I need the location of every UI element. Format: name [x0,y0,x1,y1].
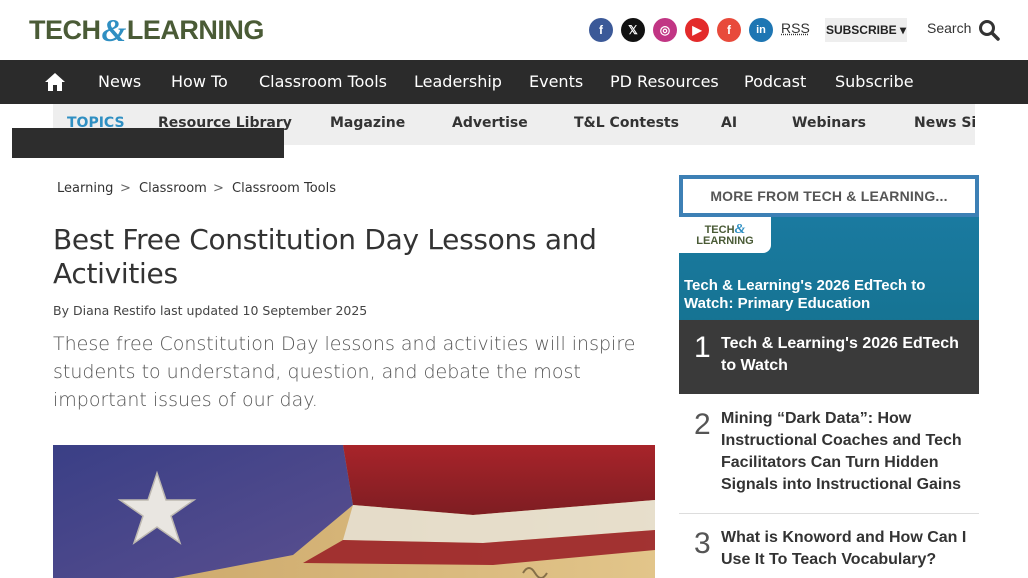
topic-tl-contests[interactable]: T&L Contests [574,104,679,145]
flipboard-icon[interactable]: f [717,18,741,42]
more-from-heading-box: MORE FROM TECH & LEARNING... [679,175,979,217]
story-link[interactable]: What is Knoword and How Can I Use It To … [721,527,973,571]
nav-leadership[interactable]: Leadership [414,60,502,104]
logo-text-learning: LEARNING [126,14,265,45]
nav-pd-resources[interactable]: PD Resources [610,60,719,104]
linkedin-icon[interactable]: in [749,18,773,42]
breadcrumb-separator: > [120,181,131,196]
nav-classroom-tools[interactable]: Classroom Tools [259,60,387,104]
hero-image-flag [53,445,655,578]
logo-ampersand: & [101,11,127,48]
x-twitter-icon[interactable]: 𝕏 [621,18,645,42]
updated-date: last updated 10 September 2025 [160,303,368,318]
search-label[interactable]: Search [927,20,971,36]
nav-news[interactable]: News [98,60,141,104]
breadcrumb-learning[interactable]: Learning [57,181,113,196]
article-title: Best Free Constitution Day Lessons and A… [53,223,597,290]
story-rank: 3 [694,527,711,560]
breadcrumb-classroom-tools[interactable]: Classroom Tools [232,181,336,196]
byline-prefix: By [53,303,69,318]
nav-how-to[interactable]: How To [171,60,228,104]
topic-news-signup[interactable]: News Sign [914,104,975,145]
site-header: TECH & LEARNING f 𝕏 ◎ ▶ f in RSS SUBSCRI… [0,0,1028,60]
story-link[interactable]: Tech & Learning's 2026 EdTech to Watch [721,333,971,377]
nav-subscribe[interactable]: Subscribe [835,60,914,104]
home-icon[interactable] [44,71,66,93]
topic-webinars[interactable]: Webinars [792,104,866,145]
topic-advertise[interactable]: Advertise [452,104,528,145]
instagram-icon[interactable]: ◎ [653,18,677,42]
more-from-heading: MORE FROM TECH & LEARNING... [710,188,948,204]
youtube-icon[interactable]: ▶ [685,18,709,42]
feature-logo: TECH& LEARNING [679,217,771,253]
article-byline: By Diana Restifo last updated 10 Septemb… [53,303,367,318]
logo-text-tech: TECH [29,14,101,45]
subscribe-dropdown[interactable]: SUBSCRIBE ▾ [825,18,907,42]
nav-podcast[interactable]: Podcast [744,60,806,104]
rss-link[interactable]: RSS [781,20,810,36]
story-highlight [12,128,284,158]
social-links: f 𝕏 ◎ ▶ f in [589,18,773,42]
facebook-icon[interactable]: f [589,18,613,42]
feature-headline: Tech & Learning's 2026 EdTech to Watch: … [684,277,926,312]
breadcrumb-separator: > [213,181,224,196]
feature-logo-bottom: LEARNING [696,234,754,247]
nav-events[interactable]: Events [529,60,583,104]
search-icon[interactable] [978,19,1000,41]
topic-ai[interactable]: AI [721,104,737,145]
story-rank: 1 [694,331,711,364]
breadcrumb-classroom[interactable]: Classroom [139,181,207,196]
story-divider [679,513,979,514]
main-navigation: News How To Classroom Tools Leadership E… [0,60,1028,104]
site-logo[interactable]: TECH & LEARNING [29,11,265,48]
story-link[interactable]: Mining “Dark Data”: How Instructional Co… [721,408,973,496]
article-standfirst: These free Constitution Day lessons and … [53,333,636,411]
story-rank: 2 [694,408,711,441]
author-link[interactable]: Diana Restifo [73,303,156,318]
topic-magazine[interactable]: Magazine [330,104,405,145]
